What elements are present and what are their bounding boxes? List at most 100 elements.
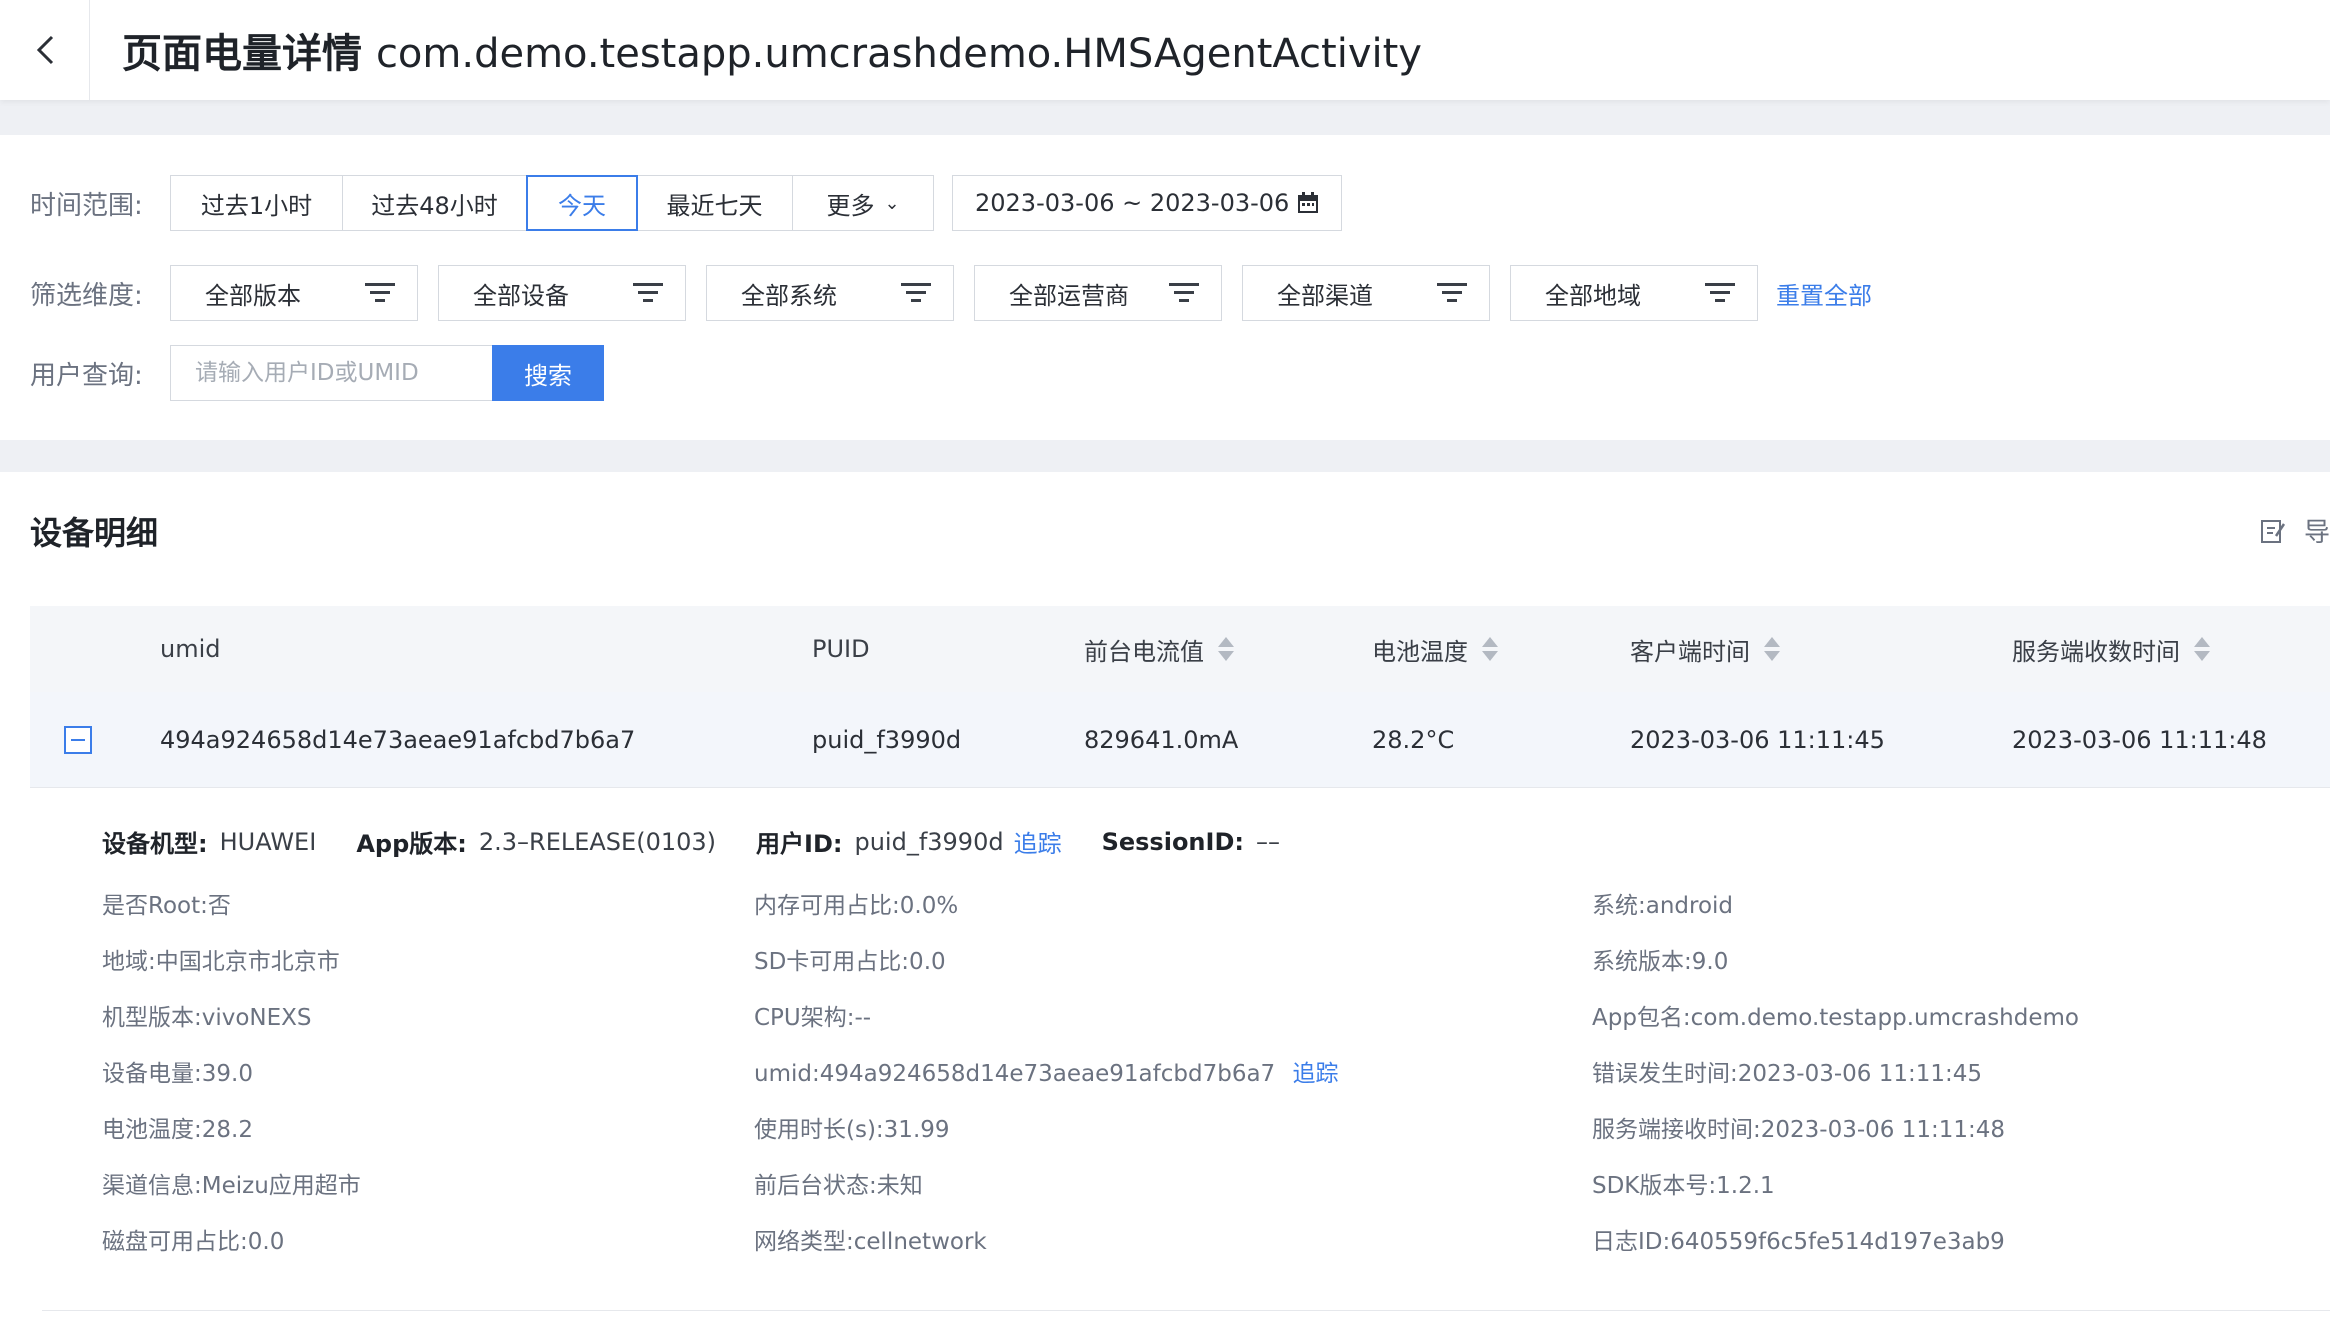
channel-dropdown[interactable]: 全部渠道 [1242,265,1490,321]
col-header-server-time[interactable]: 服务端收数时间 [2012,606,2210,692]
panel-actions: 导 [2260,512,2330,549]
detail-cpu-arch: CPU架构:-- [754,1005,872,1031]
edit-icon[interactable] [2260,518,2286,544]
col-header-umid: umid [160,635,221,663]
row-divider [42,1310,2330,1311]
detail-os: 系统:android [1592,893,1734,919]
detail-model-key: 设备机型: [102,830,208,858]
dimension-row: 筛选维度: 全部版本 全部设备 全部系统 全部运营商 全部渠道 全部地域 重置全… [30,265,1872,321]
col-header-client-time-label: 客户端时间 [1630,637,1750,666]
detail-error-time: 错误发生时间:2023-03-06 11:11:45 [1592,1061,1983,1087]
cell-current: 829641.0mA [1084,725,1239,754]
user-query-row: 用户查询: 搜索 [30,345,604,401]
time-range-label: 时间范围: [30,190,143,221]
user-query-label: 用户查询: [30,360,143,391]
track-umid-link[interactable]: 追踪 [1293,1061,1339,1087]
detail-region: 地域:中国北京市北京市 [102,949,340,975]
detail-user-id-value: puid_f3990d [854,827,1004,856]
detail-channel: 渠道信息:Meizu应用超市 [102,1173,361,1199]
detail-session-value: –– [1255,827,1280,856]
region-dropdown-label: 全部地域 [1545,281,1641,310]
detail-session-key: SessionID: [1101,827,1244,856]
filter-icon [1169,283,1199,302]
time-range-row: 时间范围: 过去1小时 过去48小时 今天 最近七天 更多 ⌄ 2023-03-… [30,175,1342,231]
detail-duration: 使用时长(s):31.99 [754,1117,950,1143]
section-title: 设备明细 [30,514,159,552]
cell-umid: 494a924658d14e73aeae91afcbd7b6a7 [160,725,636,754]
reset-all-link[interactable]: 重置全部 [1776,276,1872,311]
detail-battery-level: 设备电量:39.0 [102,1061,253,1087]
channel-dropdown-label: 全部渠道 [1277,281,1373,310]
track-user-link[interactable]: 追踪 [1014,824,1062,859]
back-button[interactable] [0,0,90,100]
table-header: umid PUID 前台电流值 电池温度 客户端时间 服务端收数时间 [30,606,2330,692]
page-title-prefix: 页面电量详情 [122,31,362,77]
detail-umid: umid:494a924658d14e73aeae91afcbd7b6a7 [754,1061,1276,1087]
detail-model-value: HUAWEI [219,827,317,856]
filter-icon [633,283,663,302]
detail-sd-free: SD卡可用占比:0.0 [754,949,946,975]
sort-icon[interactable] [1764,637,1780,661]
device-dropdown[interactable]: 全部设备 [438,265,686,321]
detail-os-version: 系统版本:9.0 [1592,949,1729,975]
device-detail-panel: 设备明细 导 umid PUID 前台电流值 电池温度 客户端时间 服务端收数时… [0,472,2330,1336]
col-header-server-time-label: 服务端收数时间 [2012,637,2180,666]
time-option-today[interactable]: 今天 [526,175,638,231]
filter-icon [365,283,395,302]
row-expanded-detail: 设备机型: HUAWEI App版本: 2.3–RELEASE(0103) 用户… [30,788,2330,1308]
cell-battery-temp: 28.2°C [1372,725,1455,754]
search-button[interactable]: 搜索 [492,345,604,401]
export-label[interactable]: 导 [2304,512,2330,549]
carrier-dropdown-label: 全部运营商 [1009,281,1129,310]
table-row[interactable]: 494a924658d14e73aeae91afcbd7b6a7 puid_f3… [30,692,2330,788]
filter-panel: 时间范围: 过去1小时 过去48小时 今天 最近七天 更多 ⌄ 2023-03-… [0,135,2330,440]
col-header-battery-temp-label: 电池温度 [1372,637,1468,666]
detail-root: 是否Root:否 [102,893,231,919]
chevron-left-icon [36,35,53,65]
cell-server-time: 2023-03-06 11:11:48 [2012,725,2267,754]
detail-app-version-value: 2.3–RELEASE(0103) [478,827,717,856]
system-dropdown[interactable]: 全部系统 [706,265,954,321]
col-header-client-time[interactable]: 客户端时间 [1630,606,1780,692]
col-header-current-label: 前台电流值 [1084,637,1204,666]
region-dropdown[interactable]: 全部地域 [1510,265,1758,321]
detail-log-id: 日志ID:640559f6c5fe514d197e3ab9 [1592,1229,2005,1255]
version-dropdown[interactable]: 全部版本 [170,265,418,321]
detail-fg-bg-state: 前后台状态:未知 [754,1173,923,1199]
chevron-down-icon: ⌄ [884,192,900,214]
detail-network: 网络类型:cellnetwork [754,1229,987,1255]
date-range-value: 2023-03-06 ~ 2023-03-06 [975,189,1290,217]
time-option-more-label: 更多 [826,191,875,220]
time-option-1h[interactable]: 过去1小时 [171,176,343,230]
version-dropdown-label: 全部版本 [205,281,301,310]
sort-icon[interactable] [1482,637,1498,661]
time-option-more[interactable]: 更多 ⌄ [793,176,933,230]
detail-memory-free: 内存可用占比:0.0% [754,893,959,919]
system-dropdown-label: 全部系统 [741,281,837,310]
top-bar: 页面电量详情 com.demo.testapp.umcrashdemo.HMSA… [0,0,2330,100]
detail-umid-line: umid:494a924658d14e73aeae91afcbd7b6a7 追踪 [754,1054,1339,1088]
col-header-current[interactable]: 前台电流值 [1084,606,1234,692]
cell-puid: puid_f3990d [812,725,962,754]
time-range-segmented: 过去1小时 过去48小时 今天 最近七天 更多 ⌄ [170,175,934,231]
detail-app-version-key: App版本: [356,830,467,858]
time-option-48h[interactable]: 过去48小时 [343,176,527,230]
detail-disk-free: 磁盘可用占比:0.0 [102,1229,285,1255]
col-header-puid: PUID [812,635,870,663]
detail-user-id-key: 用户ID: [756,830,843,858]
filter-icon [1705,283,1735,302]
sort-icon[interactable] [2194,637,2210,661]
sort-icon[interactable] [1218,637,1234,661]
time-option-7days[interactable]: 最近七天 [637,176,793,230]
detail-server-receive-time: 服务端接收时间:2023-03-06 11:11:48 [1592,1117,2006,1143]
user-search-input[interactable] [170,345,492,401]
collapse-row-button[interactable] [64,726,92,754]
col-header-battery-temp[interactable]: 电池温度 [1372,606,1498,692]
page-title-activity: com.demo.testapp.umcrashdemo.HMSAgentAct… [375,31,1422,77]
date-range-picker[interactable]: 2023-03-06 ~ 2023-03-06 [952,175,1342,231]
page-title: 页面电量详情 com.demo.testapp.umcrashdemo.HMSA… [122,21,1422,79]
minus-icon [71,739,85,741]
cell-client-time: 2023-03-06 11:11:45 [1630,725,1885,754]
detail-summary-line: 设备机型: HUAWEI App版本: 2.3–RELEASE(0103) 用户… [102,824,1320,859]
carrier-dropdown[interactable]: 全部运营商 [974,265,1222,321]
